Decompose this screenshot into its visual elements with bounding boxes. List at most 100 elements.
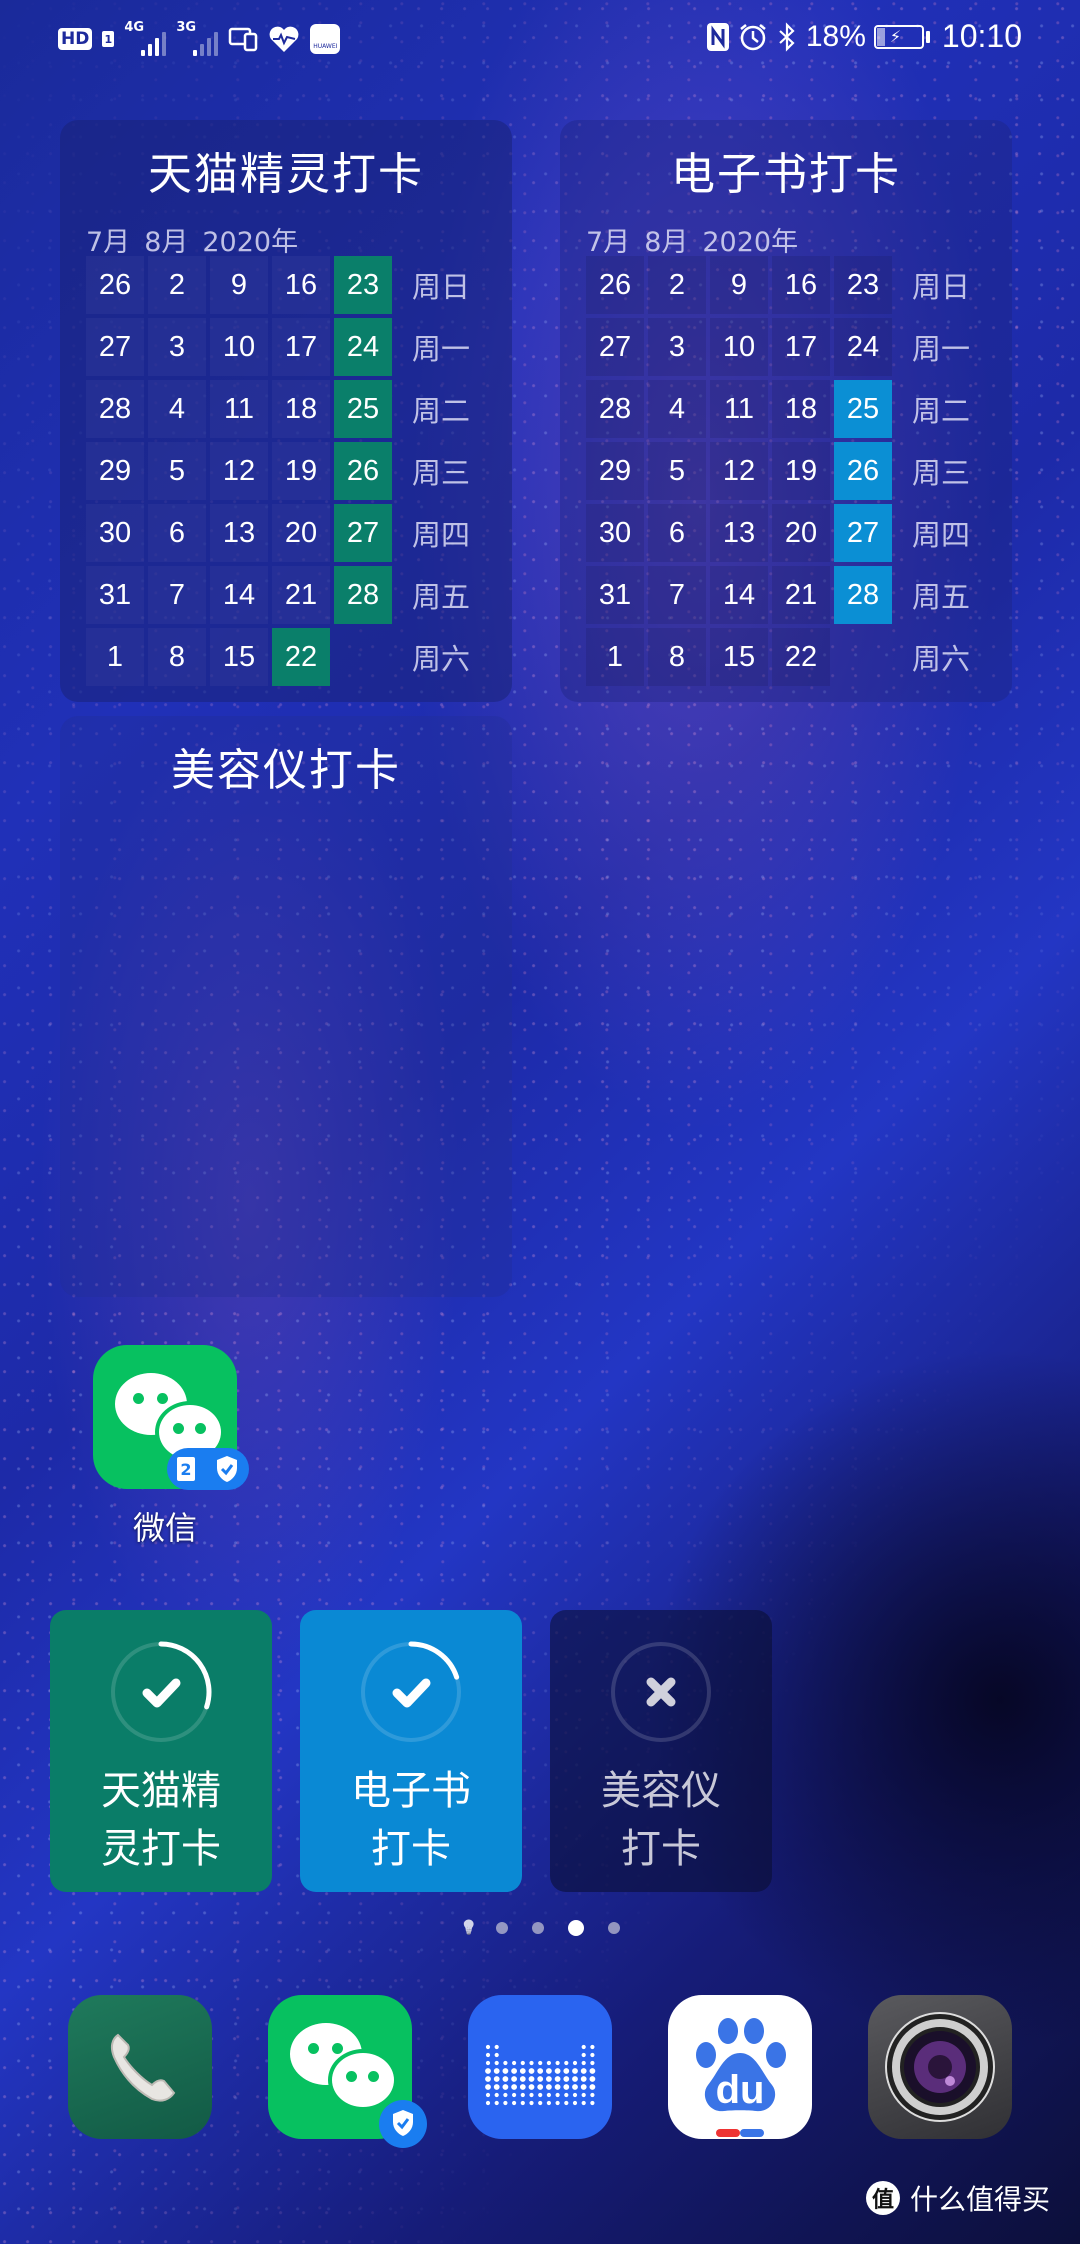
calendar-day-checked: 24 (334, 318, 392, 376)
tmall-dot (572, 2068, 578, 2074)
camera-icon (885, 2012, 995, 2122)
calendar-day: 14 (710, 566, 768, 624)
tmall-dot (546, 2068, 552, 2074)
calendar-day: 9 (710, 256, 768, 314)
page-dot[interactable] (496, 1922, 508, 1934)
calendar-day-checked: 26 (334, 442, 392, 500)
tmall-dot (529, 2100, 534, 2106)
battery-cap (925, 30, 930, 43)
tmall-dot (494, 2100, 499, 2106)
calendar-day: 29 (86, 442, 144, 500)
tmall-dot (520, 2100, 525, 2106)
tmall-dot (555, 2100, 560, 2106)
calendar-day-checked: 25 (834, 380, 892, 438)
calendar-widget-tmall-genie[interactable]: 天猫精灵打卡 7月 8月 2020年 26 2 9 16 23 周日 27 3 10 17 24 周一… (60, 120, 512, 702)
huawei-appgallery-icon: HUAWEI (310, 24, 341, 54)
weekday-label: 周三 (412, 456, 471, 490)
tmall-dot (589, 2068, 596, 2074)
calendar-day: 13 (210, 504, 268, 562)
hd-volte-icon: HD (58, 28, 93, 50)
tmall-dot (485, 2092, 491, 2098)
calendar-widget-beauty-device[interactable]: 美容仪打卡 (60, 716, 512, 1297)
tmall-dot (581, 2060, 586, 2066)
tmall-dot (554, 2076, 561, 2082)
nfc-icon (706, 22, 730, 52)
calendar-row: 30 6 13 20 27 周四 (86, 504, 482, 562)
calendar-day-checked: 26 (834, 442, 892, 500)
checkin-label: 打卡 (621, 1826, 701, 1872)
baidu-du-text: du (716, 2068, 765, 2112)
dock-app-camera[interactable] (868, 1995, 1012, 2139)
weekday-label: 周四 (412, 518, 471, 552)
weekday-label: 周二 (912, 394, 971, 428)
calendar-day: 1 (86, 628, 144, 686)
calendar-widget-ebook[interactable]: 电子书打卡 7月 8月 2020年 26 2 9 16 23 周日 27 3 10 17 24 周一 2… (560, 120, 1012, 702)
checkin-label: 电子书 (351, 1768, 471, 1814)
widget-title: 天猫精灵打卡 (148, 149, 424, 200)
signal-3g-icon: 3G (176, 20, 219, 56)
weekday-label: 周日 (912, 270, 971, 304)
page-dot-active[interactable] (568, 1920, 584, 1936)
calendar-day: 21 (772, 566, 830, 624)
tmall-dot (546, 2060, 551, 2066)
calendar-row: 29 5 12 19 26 周三 (586, 442, 982, 500)
tmall-dot (537, 2076, 544, 2082)
widget-title: 美容仪打卡 (171, 745, 401, 796)
tmall-dot (537, 2068, 544, 2074)
tmall-dot (493, 2076, 500, 2082)
calendar-row: 28 4 11 18 25 周二 (586, 380, 982, 438)
calendar-day: 15 (710, 628, 768, 686)
tmall-dot (512, 2100, 517, 2106)
calendar-day: 29 (586, 442, 644, 500)
tmall-dot (519, 2084, 526, 2090)
security-shield-icon (217, 1456, 237, 1482)
checkin-button-tmall-genie[interactable]: 天猫精 灵打卡 (50, 1610, 272, 1892)
calendar-day: 24 (834, 318, 892, 376)
calendar-day: 31 (586, 566, 644, 624)
calendar-day: 19 (772, 442, 830, 500)
weekday-label: 周三 (912, 456, 971, 490)
calendar-row: 28 4 11 18 25 周二 (86, 380, 482, 438)
calendar-row: 27 3 10 17 24 周一 (586, 318, 982, 376)
wechat-icon: 2 (93, 1345, 249, 1490)
tmall-dot (580, 2076, 587, 2082)
calendar-row: 26 2 9 16 23 周日 (86, 256, 482, 314)
calendar-day-checked: 22 (272, 628, 330, 686)
health-icon (268, 25, 300, 53)
weekday-label: 周五 (412, 580, 471, 614)
calendar-day: 11 (210, 380, 268, 438)
weekday-label: 周日 (412, 270, 471, 304)
tmall-dot (572, 2084, 578, 2090)
app-wechat-twin[interactable]: 2 微信 (93, 1345, 249, 1547)
calendar-day: 20 (772, 504, 830, 562)
tmall-dot (580, 2084, 587, 2090)
tmall-dot (554, 2068, 561, 2074)
page-dot[interactable] (608, 1922, 620, 1934)
hint-page-bulb-icon[interactable]: 💡 (460, 1920, 477, 1936)
dock-app-tmall-genie[interactable] (468, 1995, 612, 2139)
calendar-day: 22 (772, 628, 830, 686)
tmall-dot (546, 2092, 551, 2098)
dock-app-baidu[interactable]: du (668, 1995, 812, 2139)
dock-app-phone[interactable] (68, 1995, 212, 2139)
watermark: 值 什么值得买 (865, 2178, 1050, 2218)
tmall-dot (564, 2060, 569, 2066)
tmall-dot (519, 2076, 526, 2082)
tmall-dot (572, 2076, 578, 2082)
checkin-button-beauty-device[interactable]: 美容仪 打卡 (550, 1610, 772, 1892)
month-label: 7月 (86, 227, 131, 258)
watermark-logo: 值 (865, 2181, 900, 2215)
tmall-dot (512, 2092, 517, 2098)
checkin-button-ebook[interactable]: 电子书 打卡 (300, 1610, 522, 1892)
app-label: 微信 (132, 1509, 197, 1547)
calendar-day-checked: 25 (334, 380, 392, 438)
page-dot[interactable] (532, 1922, 544, 1934)
calendar-day: 9 (210, 256, 268, 314)
tmall-dot (572, 2060, 578, 2066)
page-indicator[interactable]: 💡 (0, 1920, 1080, 1936)
checkin-label: 天猫精 (101, 1768, 221, 1814)
tmall-dot (590, 2100, 595, 2106)
tmall-genie-icon (485, 2044, 596, 2106)
tmall-dot (511, 2076, 517, 2082)
dock-app-wechat[interactable] (268, 1995, 427, 2148)
